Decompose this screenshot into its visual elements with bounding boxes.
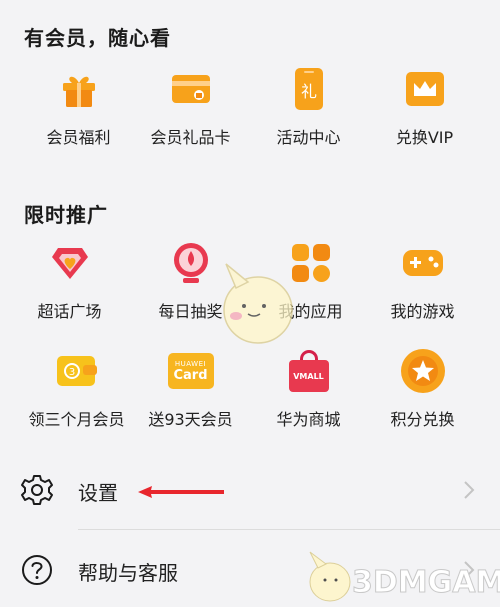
gift-card-icon bbox=[168, 66, 214, 112]
watermark-mascot-icon bbox=[223, 263, 293, 344]
gear-icon bbox=[21, 475, 53, 505]
grid-item-gift-card[interactable]: 会员礼品卡 bbox=[128, 66, 253, 156]
wallet-icon: 3 bbox=[54, 348, 100, 394]
arrow-annotation-icon bbox=[138, 486, 224, 498]
grid-item-redeem-vip[interactable]: 兑换VIP bbox=[362, 66, 487, 156]
huawei-card-line2: Card bbox=[173, 367, 208, 383]
grid-item-label: 领三个月会员 bbox=[28, 410, 125, 429]
section-title-member: 有会员，随心看 bbox=[24, 26, 171, 50]
settings-row[interactable]: 设置 bbox=[0, 460, 500, 520]
huawei-card-icon: HUAWEI Card bbox=[167, 348, 214, 394]
grid-item-my-games[interactable]: 我的游戏 bbox=[360, 240, 485, 330]
grid-item-topic-square[interactable]: 超话广场 bbox=[7, 240, 132, 330]
divider bbox=[78, 529, 500, 530]
grid-item-93-day-member[interactable]: HUAWEI Card 送93天会员 bbox=[128, 348, 253, 438]
grid-item-label: 超话广场 bbox=[37, 302, 102, 321]
chevron-right-icon bbox=[464, 481, 475, 499]
lottery-icon bbox=[168, 240, 214, 286]
section-title-promo: 限时推广 bbox=[24, 203, 108, 227]
star-medal-icon bbox=[400, 348, 446, 394]
settings-label: 设置 bbox=[78, 481, 118, 505]
vmall-text: VMALL bbox=[293, 371, 324, 381]
help-service-label: 帮助与客服 bbox=[78, 561, 178, 585]
grid-item-label: 活动中心 bbox=[276, 128, 341, 147]
vmall-bag-icon: VMALL bbox=[286, 348, 332, 394]
svg-text:礼: 礼 bbox=[300, 82, 316, 101]
svg-text:3: 3 bbox=[68, 367, 74, 378]
help-circle-icon bbox=[22, 555, 52, 585]
grid-item-member-benefits[interactable]: 会员福利 bbox=[16, 66, 141, 156]
grid-item-three-month-member[interactable]: 3 领三个月会员 bbox=[14, 348, 139, 438]
watermark-mascot-small-icon bbox=[309, 551, 351, 602]
grid-item-huawei-mall[interactable]: VMALL 华为商城 bbox=[246, 348, 371, 438]
watermark-text: 3DMGAME bbox=[352, 565, 500, 600]
grid-item-points-exchange[interactable]: 积分兑换 bbox=[360, 348, 485, 438]
grid-item-label: 华为商城 bbox=[276, 410, 341, 429]
grid-item-label: 积分兑换 bbox=[390, 410, 455, 429]
grid-item-label: 我的游戏 bbox=[390, 302, 455, 321]
gamepad-icon bbox=[400, 240, 446, 286]
gift-icon bbox=[56, 66, 102, 112]
grid-item-label: 会员福利 bbox=[46, 128, 111, 147]
grid-item-activity-center[interactable]: 礼 活动中心 bbox=[246, 66, 371, 156]
watermark-logo: 3DMGAME bbox=[309, 551, 500, 602]
phone-gift-icon: 礼 bbox=[286, 66, 332, 112]
grid-item-label: 会员礼品卡 bbox=[150, 128, 231, 147]
grid-item-label: 送93天会员 bbox=[148, 410, 233, 429]
grid-item-label: 兑换VIP bbox=[395, 128, 454, 147]
crown-icon bbox=[402, 66, 448, 112]
diamond-heart-icon bbox=[47, 240, 93, 286]
